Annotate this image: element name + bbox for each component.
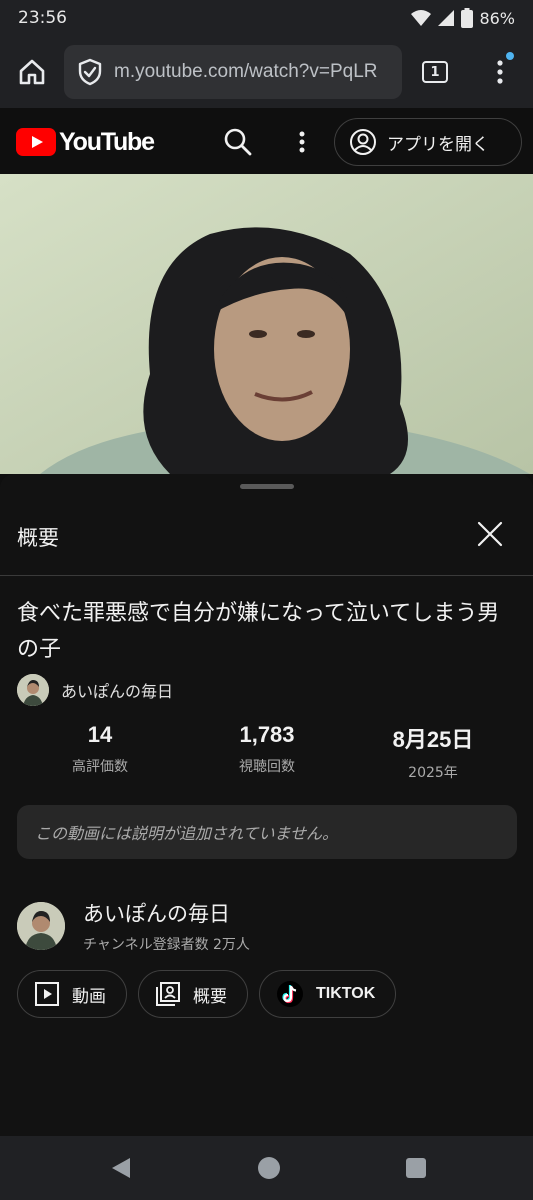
youtube-logo[interactable]: YouTube — [16, 127, 155, 157]
more-vertical-icon — [497, 60, 503, 84]
status-time: 23:56 — [18, 8, 67, 28]
video-stats: 14 高評価数 1,783 視聴回数 8月25日 2025年 — [0, 722, 533, 782]
close-icon[interactable] — [470, 514, 510, 554]
browser-toolbar: m.youtube.com/watch?v=PqLR 1 — [0, 36, 533, 108]
address-bar[interactable]: m.youtube.com/watch?v=PqLR — [64, 45, 402, 99]
views-label: 視聴回数 — [239, 759, 295, 775]
browser-menu-button[interactable] — [468, 36, 532, 108]
back-icon[interactable] — [110, 1156, 132, 1180]
panel-title: 概要 — [17, 526, 59, 550]
channel-name-small: あいぽんの毎日 — [61, 682, 174, 701]
tab-count: 1 — [422, 61, 448, 83]
upload-year: 2025年 — [408, 765, 458, 781]
signal-icon — [438, 10, 455, 26]
no-description-text: この動画には説明が追加されていません。 — [35, 824, 339, 843]
panel-header: 概要 — [0, 504, 533, 576]
open-app-label: アプリを開く — [387, 134, 489, 155]
video-icon — [35, 982, 59, 1006]
tiktok-chip-label: TIKTOK — [316, 985, 376, 1002]
open-app-button[interactable]: アプリを開く — [334, 118, 522, 166]
battery-percent: 86% — [479, 8, 515, 28]
youtube-play-icon — [16, 128, 56, 156]
videos-chip[interactable]: 動画 — [17, 970, 127, 1018]
search-icon[interactable] — [222, 126, 254, 158]
about-chip[interactable]: 概要 — [138, 970, 248, 1018]
status-icons: 86% — [411, 8, 515, 28]
about-chip-label: 概要 — [193, 986, 227, 1007]
home-nav-icon[interactable] — [258, 1157, 280, 1179]
youtube-logo-text: YouTube — [59, 127, 155, 156]
channel-links: 動画 概要 TIKTOK — [17, 970, 397, 1018]
date-stat: 8月25日 2025年 — [353, 722, 513, 782]
videos-chip-label: 動画 — [72, 986, 106, 1007]
drag-handle[interactable] — [240, 484, 294, 489]
youtube-header: YouTube アプリを開く — [0, 110, 533, 174]
recents-icon[interactable] — [406, 1158, 426, 1178]
more-vertical-icon — [299, 131, 305, 153]
likes-label: 高評価数 — [72, 759, 128, 775]
channel-info[interactable]: あいぽんの毎日 チャンネル登録者数 2万人 — [17, 898, 517, 958]
channel-name[interactable]: あいぽんの毎日 — [83, 898, 230, 928]
views-stat: 1,783 視聴回数 — [187, 722, 347, 776]
system-nav-bar — [0, 1136, 533, 1200]
tiktok-chip[interactable]: TIKTOK — [259, 970, 397, 1018]
video-title: 食べた罪悪感で自分が嫌になって泣いてしまう男の子 — [17, 601, 500, 662]
description-panel: 概要 食べた罪悪感で自分が嫌になって泣いてしまう男の子 あいぽんの毎日 14 高… — [0, 474, 533, 1136]
upload-date: 8月25日 — [392, 727, 474, 752]
views-count: 1,783 — [239, 722, 295, 747]
video-frame — [0, 174, 533, 474]
channel-link-small[interactable]: あいぽんの毎日 — [17, 674, 173, 706]
tab-switcher-button[interactable]: 1 — [402, 36, 468, 108]
battery-icon — [461, 8, 474, 28]
browser-home-button[interactable] — [0, 36, 64, 108]
site-security-icon[interactable] — [76, 58, 104, 86]
description-box: この動画には説明が追加されていません。 — [17, 805, 517, 859]
url-text: m.youtube.com/watch?v=PqLR — [114, 61, 378, 82]
about-icon — [156, 982, 180, 1006]
channel-avatar — [17, 674, 49, 706]
status-bar: 23:56 86% — [0, 0, 533, 36]
youtube-more-button[interactable] — [290, 126, 314, 158]
home-icon — [19, 59, 45, 85]
channel-avatar-large[interactable] — [17, 902, 65, 950]
video-player[interactable] — [0, 174, 533, 474]
account-icon — [350, 129, 376, 155]
likes-stat: 14 高評価数 — [20, 722, 180, 776]
wifi-icon — [411, 10, 432, 26]
tiktok-icon — [277, 981, 303, 1007]
subscriber-count: チャンネル登録者数 2万人 — [83, 937, 250, 953]
likes-count: 14 — [87, 722, 113, 747]
update-badge — [506, 52, 514, 60]
